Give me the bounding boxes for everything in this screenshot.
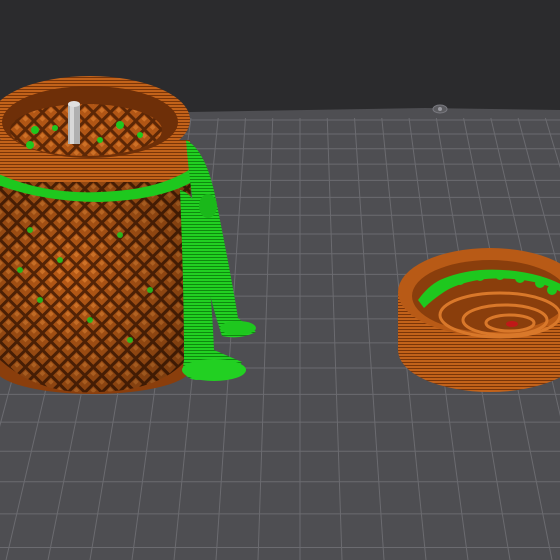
build-plate-logo-icon [432,104,448,114]
printed-basket[interactable] [0,76,192,394]
3d-viewport[interactable] [0,0,560,560]
support-pin [68,101,80,144]
printed-lid[interactable] [398,248,560,392]
scene-canvas[interactable] [0,0,560,560]
lid-center-marker [506,321,518,327]
